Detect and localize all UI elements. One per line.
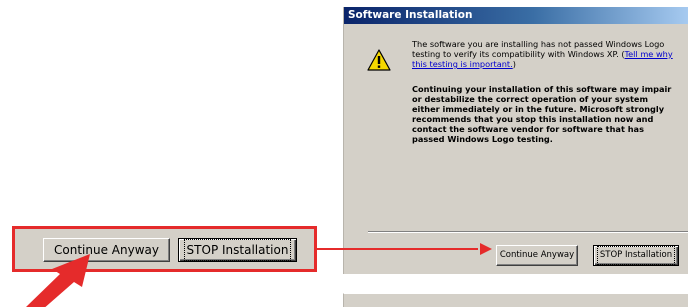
continue-anyway-button-zoomed[interactable]: Continue Anyway xyxy=(43,238,170,262)
stop-installation-button-zoomed[interactable]: STOP Installation xyxy=(178,238,297,262)
warning-icon xyxy=(367,49,391,71)
separator xyxy=(368,231,688,233)
dialog-title: Software Installation xyxy=(344,7,688,24)
stop-installation-button[interactable]: STOP Installation xyxy=(593,245,679,266)
continue-anyway-button[interactable]: Continue Anyway xyxy=(496,245,578,266)
software-installation-dialog: Software Installation The software you a… xyxy=(343,7,688,274)
second-dialog-partial xyxy=(343,293,688,307)
zoom-callout: Continue Anyway STOP Installation xyxy=(12,226,317,272)
continue-anyway-label: Continue Anyway xyxy=(499,250,575,260)
continue-anyway-label-zoomed: Continue Anyway xyxy=(54,243,159,257)
compatibility-message: The software you are installing has not … xyxy=(412,39,673,69)
page: Software Installation The software you a… xyxy=(0,0,688,307)
warning-text: Continuing your installation of this sof… xyxy=(412,84,672,144)
stop-installation-label-zoomed: STOP Installation xyxy=(183,239,292,261)
stop-installation-label: STOP Installation xyxy=(596,246,676,265)
